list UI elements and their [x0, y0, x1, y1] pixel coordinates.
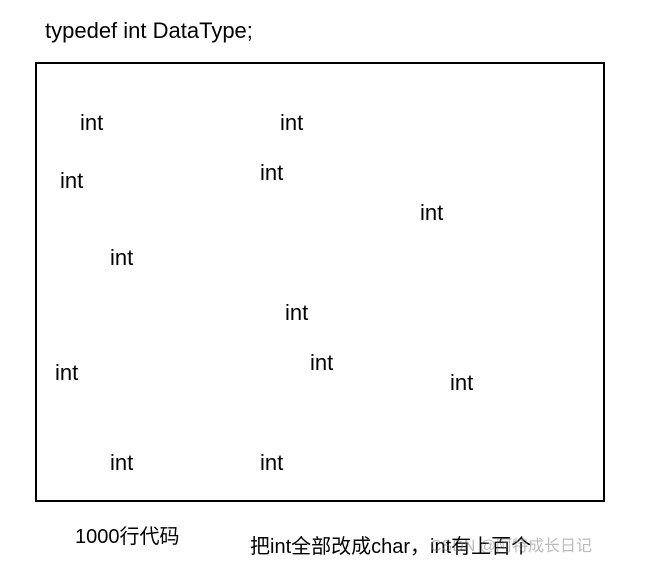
- caption-left: 1000行代码: [75, 520, 180, 549]
- int-label-6: int: [285, 300, 308, 326]
- int-label-9: int: [450, 370, 473, 396]
- int-label-11: int: [260, 450, 283, 476]
- int-label-4: int: [420, 200, 443, 226]
- int-label-1: int: [280, 110, 303, 136]
- int-label-7: int: [310, 350, 333, 376]
- watermark: CSDN @阿特成长日记: [430, 532, 592, 556]
- int-label-10: int: [110, 450, 133, 476]
- int-label-8: int: [55, 360, 78, 386]
- int-label-0: int: [80, 110, 103, 136]
- code-box: [35, 62, 605, 502]
- typedef-title: typedef int DataType;: [45, 18, 253, 44]
- int-label-2: int: [60, 168, 83, 194]
- int-label-5: int: [110, 245, 133, 271]
- int-label-3: int: [260, 160, 283, 186]
